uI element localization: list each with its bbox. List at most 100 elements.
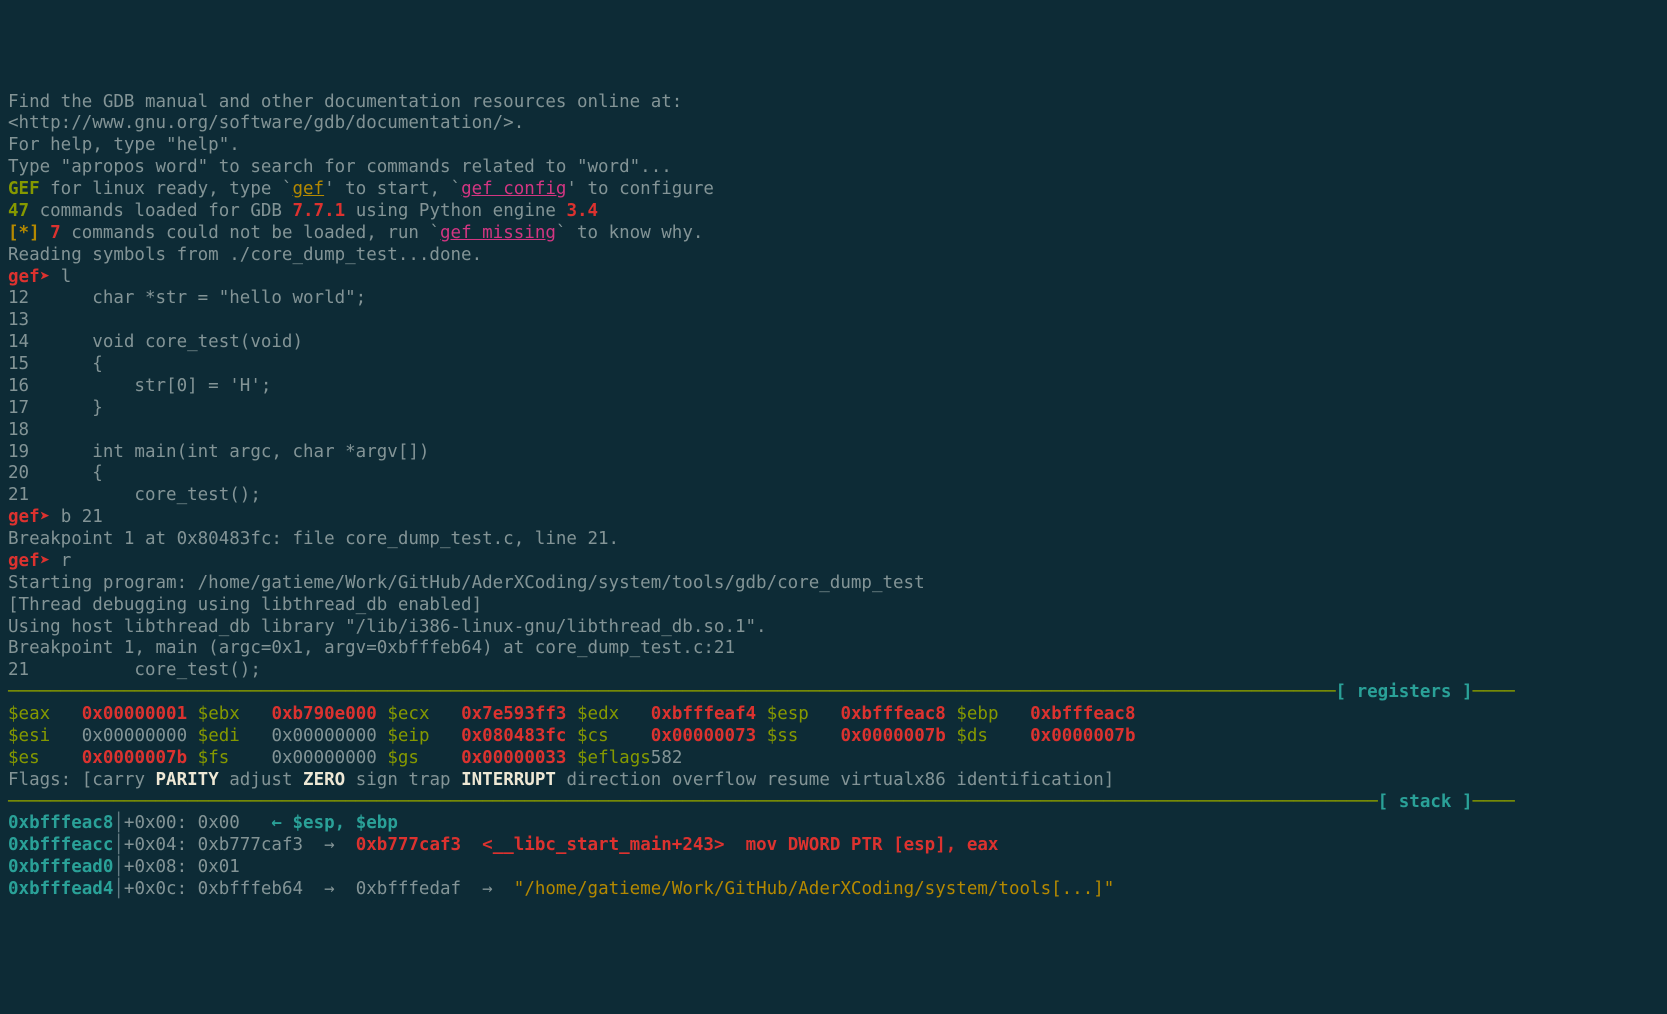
hr-line: ──── <box>1473 682 1515 702</box>
flag-zero: ZERO <box>303 770 345 790</box>
arrow-right-icon: → <box>324 879 335 899</box>
source-line: 21 core_test(); <box>8 485 1659 507</box>
stack-row-3: 0xbfffead4│+0x0c: 0xbfffeb64 → 0xbfffeda… <box>8 879 1659 901</box>
loaded-line: 47 commands loaded for GDB 7.7.1 using P… <box>8 201 1659 223</box>
prompt-arrow-icon: ➤ <box>40 507 51 527</box>
reg-name: $ds <box>956 726 1030 746</box>
prompt-line: gef➤ r <box>8 551 1659 573</box>
prompt-input[interactable]: b 21 <box>50 507 103 527</box>
prompt-arrow-icon: ➤ <box>40 267 51 287</box>
reg-name: $ecx <box>387 704 461 724</box>
stack-annot: $esp, $ebp <box>293 813 398 833</box>
reg-name: $es <box>8 748 82 768</box>
prompt-arrow-icon: ➤ <box>40 551 51 571</box>
breakpoint-hit-line: Breakpoint 1, main (argc=0x1, argv=0xbff… <box>8 638 1659 660</box>
python-version: 3.4 <box>566 201 598 221</box>
hr-line: ────────────────────────────────────────… <box>8 792 1378 812</box>
stack-addr: 0xbfffeacc <box>8 835 113 855</box>
loaded-count: 47 <box>8 201 29 221</box>
stack-row-0: 0xbfffeac8│+0x00: 0x00 ← $esp, $ebp <box>8 813 1659 835</box>
reg-value: 0xbfffeaf4 <box>651 704 767 724</box>
reg-name: $gs <box>387 748 461 768</box>
prompt-line: gef➤ l <box>8 267 1659 289</box>
reading-symbols-line: Reading symbols from ./core_dump_test...… <box>8 245 1659 267</box>
stack-header: ────────────────────────────────────────… <box>8 792 1659 814</box>
reg-value: 0x0000007b <box>1030 726 1135 746</box>
arrow-left-icon: ← <box>271 813 282 833</box>
reg-value: 0x00000000 <box>82 726 198 746</box>
prompt-gef: gef <box>8 267 40 287</box>
prompt-line: gef➤ b 21 <box>8 507 1659 529</box>
gef-ready-line: GEF for linux ready, type `gef' to start… <box>8 179 1659 201</box>
divider-icon: │ <box>113 879 124 899</box>
reg-value: 0x00000033 <box>461 748 577 768</box>
stack-asm: mov DWORD PTR [esp], eax <box>746 835 999 855</box>
reg-value: 0xb790e000 <box>271 704 387 724</box>
stack-addr: 0xbfffeac8 <box>8 813 113 833</box>
breakpoint-src-line: 21 core_test(); <box>8 660 1659 682</box>
reg-name: $esi <box>8 726 82 746</box>
reg-value: 0x00000000 <box>271 726 387 746</box>
reg-value: 0x080483fc <box>461 726 577 746</box>
gdb-version: 7.7.1 <box>292 201 345 221</box>
prompt-gef: gef <box>8 551 40 571</box>
reg-name: $cs <box>577 726 651 746</box>
thread-debug-line: [Thread debugging using libthread_db ena… <box>8 595 1659 617</box>
stack-row-1: 0xbfffeacc│+0x04: 0xb777caf3 → 0xb777caf… <box>8 835 1659 857</box>
stack-row-2: 0xbfffead0│+0x08: 0x01 <box>8 857 1659 879</box>
missing-line: [*] 7 commands could not be loaded, run … <box>8 223 1659 245</box>
gef-label: GEF <box>8 179 40 199</box>
hr-line: ──── <box>1473 792 1515 812</box>
gef-missing-cmd: gef missing <box>440 223 556 243</box>
reg-value: 0x00000000 <box>271 748 387 768</box>
divider-icon: │ <box>113 813 124 833</box>
reg-name: $eip <box>387 726 461 746</box>
reg-name: $fs <box>198 748 272 768</box>
stack-addr: 0xbfffead0 <box>8 857 113 877</box>
divider-icon: │ <box>113 857 124 877</box>
reg-value: 0x7e593ff3 <box>461 704 577 724</box>
reg-name: $esp <box>767 704 841 724</box>
reg-value: 0x00000073 <box>651 726 767 746</box>
stack-string: "/home/gatieme/Work/GitHub/AderXCoding/s… <box>514 879 1115 899</box>
divider-icon: │ <box>113 835 124 855</box>
starting-program-line: Starting program: /home/gatieme/Work/Git… <box>8 573 1659 595</box>
using-lib-line: Using host libthread_db library "/lib/i3… <box>8 617 1659 639</box>
flag-parity: PARITY <box>156 770 219 790</box>
reg-name: $ebx <box>198 704 272 724</box>
section-header-registers: [ registers ] <box>1336 682 1473 702</box>
reg-value: 0xbfffeac8 <box>1030 704 1135 724</box>
registers-row-1: $eax 0x00000001 $ebx 0xb790e000 $ecx 0x7… <box>8 704 1659 726</box>
breakpoint-set-line: Breakpoint 1 at 0x80483fc: file core_dum… <box>8 529 1659 551</box>
source-line: 20 { <box>8 463 1659 485</box>
section-header-stack: [ stack ] <box>1378 792 1473 812</box>
flags-line: Flags: [carry PARITY adjust ZERO sign tr… <box>8 770 1659 792</box>
stack-addr: 0xbfffead4 <box>8 879 113 899</box>
gef-config-cmd: gef config <box>461 179 566 199</box>
prompt-input[interactable]: l <box>50 267 71 287</box>
reg-value: 0x00000001 <box>82 704 198 724</box>
reg-name: $edi <box>198 726 272 746</box>
intro-line: <http://www.gnu.org/software/gdb/documen… <box>8 113 1659 135</box>
registers-header: ────────────────────────────────────────… <box>8 682 1659 704</box>
registers-row-2: $esi 0x00000000 $edi 0x00000000 $eip 0x0… <box>8 726 1659 748</box>
source-line: 12 char *str = "hello world"; <box>8 288 1659 310</box>
reg-name: $ss <box>767 726 841 746</box>
warning-marker: [*] <box>8 223 40 243</box>
source-line: 13 <box>8 310 1659 332</box>
reg-name: $edx <box>577 704 651 724</box>
arrow-right-icon: → <box>324 835 335 855</box>
prompt-gef: gef <box>8 507 40 527</box>
intro-line: For help, type "help". <box>8 135 1659 157</box>
source-line: 17 } <box>8 398 1659 420</box>
prompt-input[interactable]: r <box>50 551 71 571</box>
reg-name: $ebp <box>956 704 1030 724</box>
terminal-output[interactable]: Find the GDB manual and other documentat… <box>8 92 1659 901</box>
source-line: 14 void core_test(void) <box>8 332 1659 354</box>
reg-value: 0xbfffeac8 <box>840 704 956 724</box>
reg-value: 0x0000007b <box>840 726 956 746</box>
reg-name: $eax <box>8 704 82 724</box>
reg-value: 582 <box>651 748 683 768</box>
intro-line: Find the GDB manual and other documentat… <box>8 92 1659 114</box>
source-line: 15 { <box>8 354 1659 376</box>
